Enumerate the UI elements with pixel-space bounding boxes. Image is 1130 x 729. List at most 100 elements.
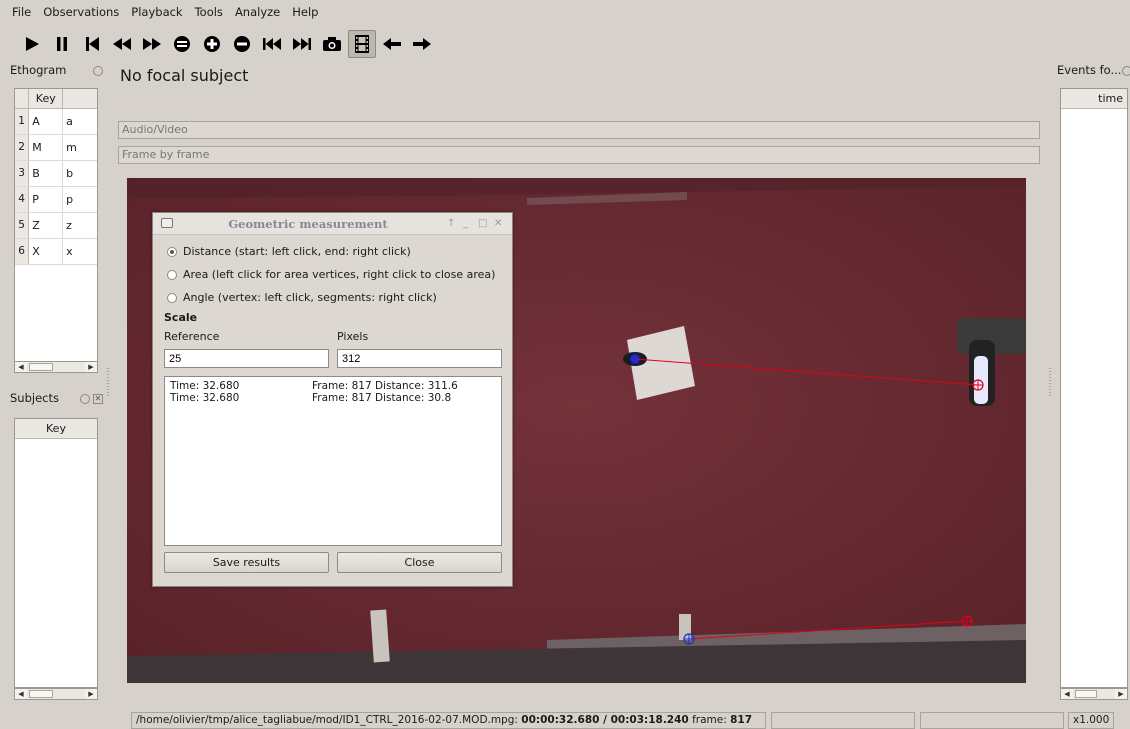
menu-analyze[interactable]: Analyze bbox=[229, 1, 286, 23]
behavior-code[interactable]: P bbox=[29, 187, 64, 212]
maximize-icon[interactable]: □ bbox=[478, 213, 487, 235]
ethogram-key-header[interactable]: Key bbox=[29, 89, 64, 108]
events-horizontal-scrollbar[interactable]: ◀ ▶ bbox=[1060, 688, 1128, 700]
ethogram-title: Ethogram bbox=[10, 63, 67, 77]
ethogram-row[interactable]: 4Pp bbox=[15, 187, 97, 213]
next-frame-button[interactable] bbox=[408, 30, 436, 58]
speed-up-button[interactable] bbox=[198, 30, 226, 58]
ethogram-row[interactable]: 3Bb bbox=[15, 161, 97, 187]
ethogram-horizontal-scrollbar[interactable]: ◀ ▶ bbox=[14, 361, 98, 373]
area-radio[interactable] bbox=[167, 269, 177, 280]
scroll-right-icon[interactable]: ▶ bbox=[85, 362, 97, 372]
reset-speed-button[interactable] bbox=[168, 30, 196, 58]
menu-playback[interactable]: Playback bbox=[125, 1, 188, 23]
left-splitter[interactable] bbox=[107, 368, 109, 398]
pixels-input[interactable] bbox=[337, 349, 502, 368]
subjects-key-header[interactable]: Key bbox=[15, 419, 97, 439]
fast-forward-button[interactable] bbox=[138, 30, 166, 58]
distance-radio[interactable] bbox=[167, 246, 177, 257]
menu-file[interactable]: File bbox=[6, 1, 37, 23]
menu-help[interactable]: Help bbox=[286, 1, 324, 23]
ethogram-row[interactable]: 1Aa bbox=[15, 109, 97, 135]
behavior-key[interactable]: x bbox=[63, 239, 97, 264]
status-field-2 bbox=[771, 712, 915, 729]
snapshot-button[interactable] bbox=[318, 30, 346, 58]
save-results-button[interactable]: Save results bbox=[164, 552, 329, 573]
keep-above-icon[interactable]: ↑ bbox=[447, 213, 455, 235]
close-button[interactable]: Close bbox=[337, 552, 502, 573]
events-time-header[interactable]: time bbox=[1061, 89, 1127, 109]
speed-up-icon bbox=[204, 36, 220, 52]
ethogram-extra-header bbox=[63, 89, 97, 108]
events-table[interactable]: time bbox=[1060, 88, 1128, 688]
distance-option[interactable]: Distance (start: left click, end: right … bbox=[167, 245, 411, 258]
behavior-code[interactable]: A bbox=[29, 109, 64, 134]
scroll-left-icon[interactable]: ◀ bbox=[1061, 689, 1073, 699]
events-float-button[interactable] bbox=[1122, 66, 1130, 76]
results-text-area[interactable]: Time: 32.680 Frame: 817 Distance: 311.6 … bbox=[164, 376, 502, 546]
scroll-right-icon[interactable]: ▶ bbox=[1115, 689, 1127, 699]
scroll-left-icon[interactable]: ◀ bbox=[15, 362, 27, 372]
subjects-title: Subjects bbox=[10, 391, 59, 405]
ethogram-row[interactable]: 5Zz bbox=[15, 213, 97, 239]
subjects-table[interactable]: Key bbox=[14, 418, 98, 688]
minimize-icon[interactable]: _ bbox=[463, 213, 468, 235]
skip-to-start-button[interactable] bbox=[78, 30, 106, 58]
scroll-left-icon[interactable]: ◀ bbox=[15, 689, 27, 699]
subjects-close-icon[interactable]: ✕ bbox=[93, 394, 103, 404]
skip-to-start-icon bbox=[86, 37, 99, 51]
next-frame-icon bbox=[413, 38, 431, 50]
angle-option[interactable]: Angle (vertex: left click, segments: rig… bbox=[167, 291, 437, 304]
play-button[interactable] bbox=[18, 30, 46, 58]
menu-bar: File Observations Playback Tools Analyze… bbox=[0, 0, 1130, 24]
speed-down-button[interactable] bbox=[228, 30, 256, 58]
ethogram-float-button[interactable] bbox=[93, 66, 103, 76]
menu-observations[interactable]: Observations bbox=[37, 1, 125, 23]
menu-tools[interactable]: Tools bbox=[189, 1, 229, 23]
frame-by-frame-button[interactable] bbox=[348, 30, 376, 58]
result-measure: Frame: 817 Distance: 311.6 bbox=[312, 380, 458, 392]
right-splitter[interactable] bbox=[1049, 368, 1051, 398]
scroll-thumb[interactable] bbox=[29, 363, 53, 371]
ethogram-row[interactable]: 2Mm bbox=[15, 135, 97, 161]
subjects-float-button[interactable] bbox=[80, 394, 90, 404]
behavior-key[interactable]: a bbox=[63, 109, 97, 134]
previous-media-button[interactable] bbox=[258, 30, 286, 58]
speed-down-icon bbox=[234, 36, 250, 52]
frame-number: 817 bbox=[730, 714, 753, 726]
ethogram-row[interactable]: 6Xx bbox=[15, 239, 97, 265]
scroll-right-icon[interactable]: ▶ bbox=[85, 689, 97, 699]
dialog-titlebar[interactable]: Geometric measurement ↑ _ □ ✕ bbox=[153, 213, 512, 235]
rewind-button[interactable] bbox=[108, 30, 136, 58]
media-time: 00:00:32.680 / 00:03:18.240 bbox=[521, 714, 689, 726]
angle-option-label: Angle (vertex: left click, segments: rig… bbox=[183, 291, 437, 304]
previous-frame-button[interactable] bbox=[378, 30, 406, 58]
behavior-code[interactable]: M bbox=[29, 135, 64, 160]
behavior-code[interactable]: B bbox=[29, 161, 64, 186]
behavior-key[interactable]: b bbox=[63, 161, 97, 186]
pause-button[interactable] bbox=[48, 30, 76, 58]
audio-video-section[interactable]: Audio/Video bbox=[118, 121, 1040, 139]
media-path: /home/olivier/tmp/alice_tagliabue/mod/ID… bbox=[136, 714, 522, 726]
scroll-thumb[interactable] bbox=[1075, 690, 1097, 698]
close-icon[interactable]: ✕ bbox=[494, 213, 502, 235]
behavior-key[interactable]: p bbox=[63, 187, 97, 212]
scroll-thumb[interactable] bbox=[29, 690, 53, 698]
subjects-horizontal-scrollbar[interactable]: ◀ ▶ bbox=[14, 688, 98, 700]
frame-label: frame: bbox=[688, 714, 731, 726]
behavior-key[interactable]: m bbox=[63, 135, 97, 160]
behavior-key[interactable]: z bbox=[63, 213, 97, 238]
result-line: Time: 32.680 Frame: 817 Distance: 30.8 bbox=[170, 392, 496, 404]
area-option[interactable]: Area (left click for area vertices, righ… bbox=[167, 268, 495, 281]
angle-radio[interactable] bbox=[167, 292, 177, 303]
events-title: Events fo... bbox=[1057, 63, 1122, 77]
frame-by-frame-section[interactable]: Frame by frame bbox=[118, 146, 1040, 164]
next-media-button[interactable] bbox=[288, 30, 316, 58]
ethogram-table[interactable]: Key 1Aa2Mm3Bb4Pp5Zz6Xx bbox=[14, 88, 98, 372]
behavior-code[interactable]: Z bbox=[29, 213, 64, 238]
ethogram-header: Key bbox=[15, 89, 97, 109]
scale-heading: Scale bbox=[164, 311, 198, 324]
reference-input[interactable] bbox=[164, 349, 329, 368]
behavior-code[interactable]: X bbox=[29, 239, 64, 264]
play-icon bbox=[26, 37, 39, 51]
